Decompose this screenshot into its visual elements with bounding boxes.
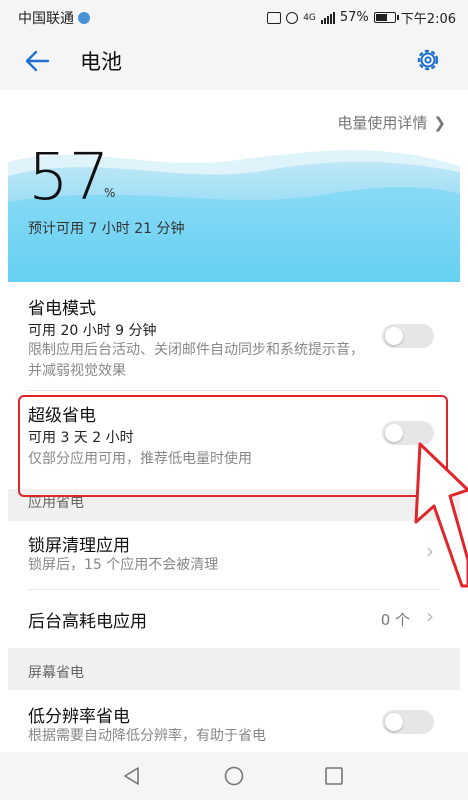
bg-high-power-count: 0 个 (380, 611, 410, 629)
toggle-knob (385, 713, 403, 731)
chevron-right-icon: › (426, 604, 434, 628)
bg-high-power-title: 后台高耗电应用 (28, 612, 147, 632)
power-save-desc: 限制应用后台活动、关闭邮件自动同步和系统提示音，并减弱视觉效果 (28, 342, 364, 379)
section-app-saving: 应用省电 (8, 489, 460, 521)
status-right: 4G 57% 下午2:06 (267, 8, 456, 27)
ultra-save-toggle[interactable] (382, 421, 434, 445)
network-type: 4G (303, 12, 316, 23)
ultra-save-desc: 仅部分应用可用，推荐低电量时使用 (28, 451, 252, 467)
nav-bar (0, 752, 468, 800)
toggle-knob (385, 424, 403, 442)
remaining-time: 预计可用 7 小时 21 分钟 (28, 221, 185, 237)
signal-icon (320, 11, 335, 24)
vibrate-icon (267, 11, 282, 24)
status-left: 中国联通 (18, 8, 90, 28)
gear-icon[interactable] (414, 46, 442, 74)
section-screen-label: 屏幕省电 (28, 665, 84, 681)
page-title: 电池 (80, 50, 122, 74)
home-circle-icon[interactable] (222, 764, 246, 788)
low-res-title: 低分辨率省电 (28, 707, 130, 727)
section-app-label: 应用省电 (28, 495, 84, 511)
usage-detail-link[interactable]: 电量使用详情 ❯ (337, 112, 446, 133)
power-save-title: 省电模式 (28, 299, 96, 319)
lockscreen-clean-title: 锁屏清理应用 (28, 536, 130, 556)
back-arrow-icon[interactable] (22, 46, 52, 76)
power-save-row[interactable]: 省电模式 可用 20 小时 9 分钟 限制应用后台活动、关闭邮件自动同步和系统提… (8, 282, 460, 390)
bg-high-power-row[interactable]: 后台高耗电应用 0 个 › (8, 590, 460, 648)
ultra-save-sub: 可用 3 天 2 小时 (28, 430, 134, 446)
carrier-name: 中国联通 (18, 11, 74, 27)
back-triangle-icon[interactable] (120, 764, 144, 788)
power-save-sub: 可用 20 小时 9 分钟 (28, 323, 157, 339)
title-bar: 电池 (0, 32, 468, 90)
ultra-save-title: 超级省电 (28, 406, 96, 426)
lockscreen-clean-row[interactable]: 锁屏清理应用 锁屏后，15 个应用不会被清理 › (8, 521, 460, 589)
battery-percent: 57% (339, 10, 369, 25)
chevron-right-icon: › (426, 539, 434, 563)
low-res-row[interactable]: 低分辨率省电 根据需要自动降低分辨率，有助于省电 (8, 690, 460, 752)
power-save-toggle[interactable] (382, 324, 434, 348)
section-screen-saving: 屏幕省电 (8, 648, 460, 690)
status-bar: 中国联通 4G 57% 下午2:06 (0, 0, 468, 32)
alarm-icon (286, 11, 299, 24)
ultra-save-row[interactable]: 超级省电 可用 3 天 2 小时 仅部分应用可用，推荐低电量时使用 (8, 391, 460, 489)
usage-detail-label: 电量使用详情 (337, 114, 428, 132)
toggle-knob (385, 327, 403, 345)
battery-percent-large: 57 (28, 141, 110, 215)
battery-hero: 电量使用详情 ❯ 57 % 预计可用 7 小时 21 分钟 (8, 90, 460, 282)
recents-square-icon[interactable] (322, 764, 346, 788)
battery-icon (373, 12, 399, 23)
low-res-sub: 根据需要自动降低分辨率，有助于省电 (28, 728, 266, 744)
low-res-toggle[interactable] (382, 710, 434, 734)
carrier-hd-icon (78, 12, 90, 24)
lockscreen-clean-sub: 锁屏后，15 个应用不会被清理 (28, 557, 219, 573)
clock: 下午2:06 (400, 12, 456, 27)
percent-sign: % (104, 186, 116, 200)
chevron-right-icon: ❯ (433, 114, 446, 132)
